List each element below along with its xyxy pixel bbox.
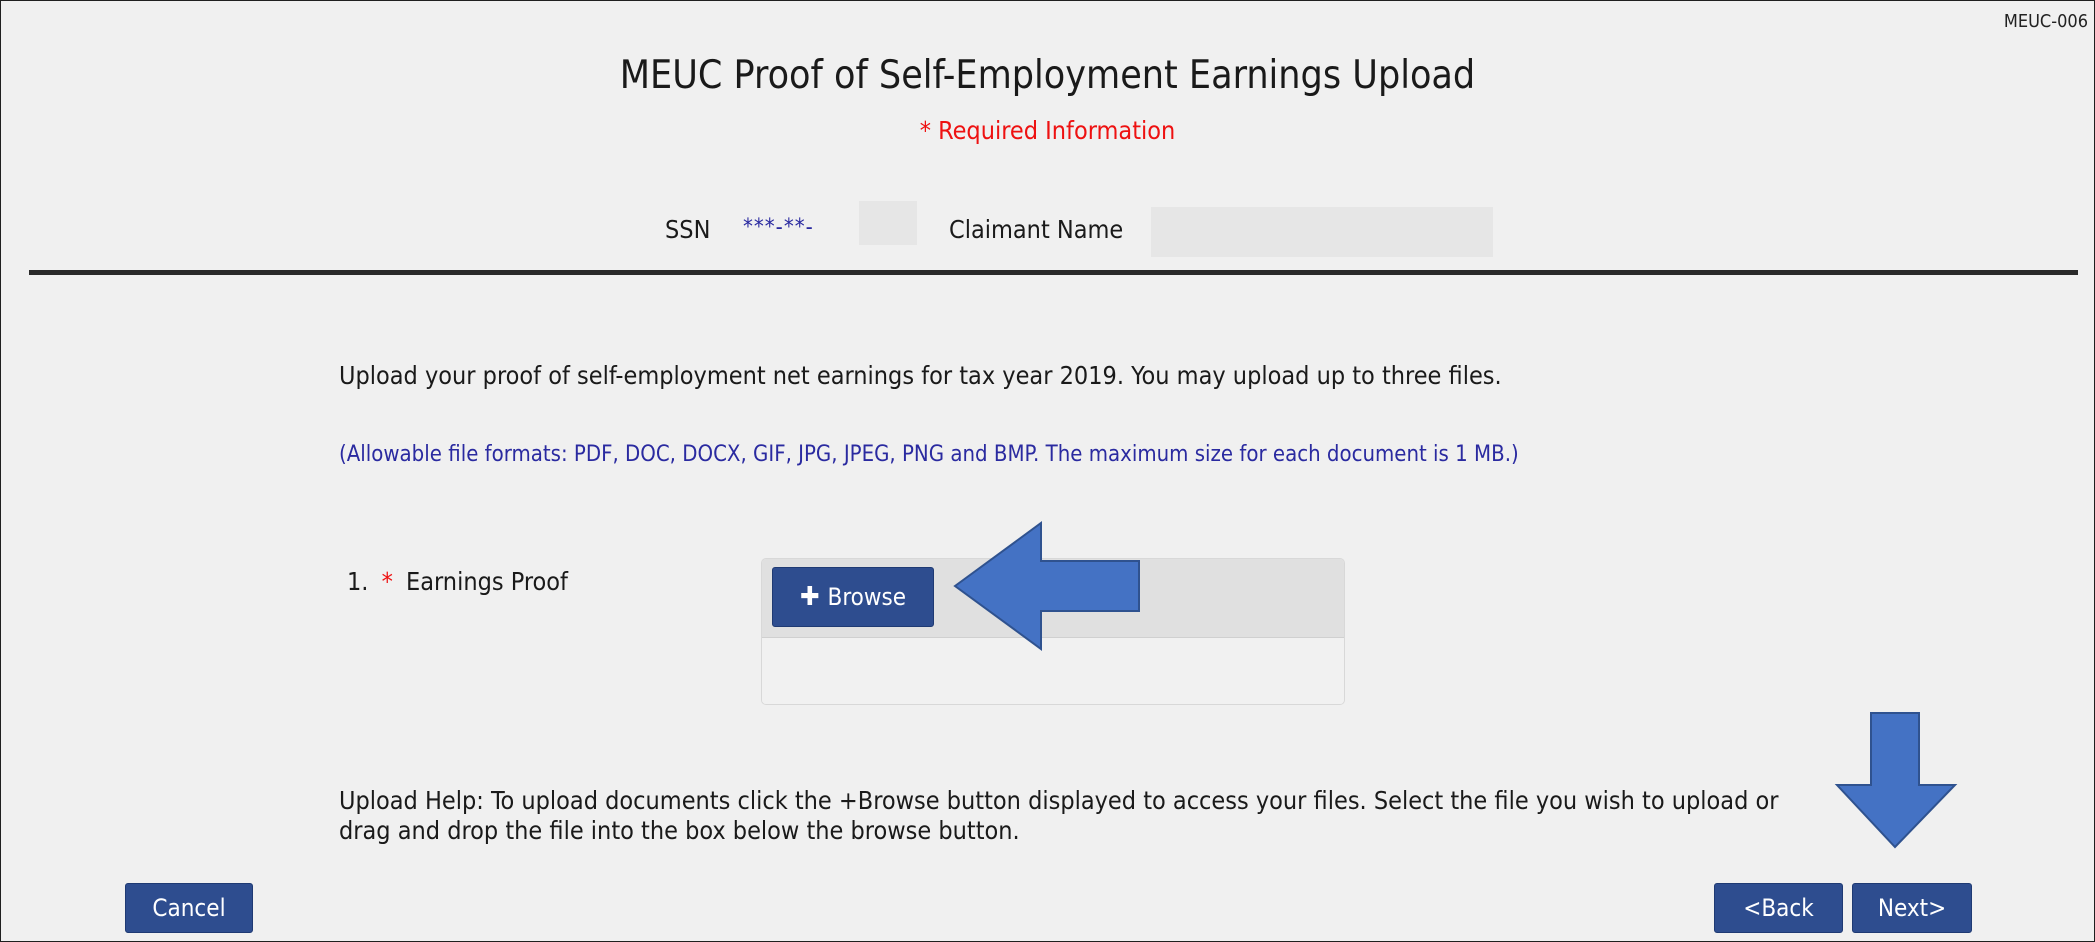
header-divider [29,270,2078,275]
ssn-label: SSN [665,215,711,244]
required-information-note: * Required Information [919,116,1176,145]
earnings-proof-label: 1. * Earnings Proof [347,567,568,596]
upload-help-text: Upload Help: To upload documents click t… [339,786,1779,845]
field-number: 1. [347,567,369,596]
page-code: MEUC-006 [2003,11,2088,32]
field-label-text: Earnings Proof [406,567,568,596]
allowable-formats-note: (Allowable file formats: PDF, DOC, DOCX,… [339,442,1519,467]
browse-button[interactable]: ✚ Browse [772,567,934,627]
ssn-redaction [859,201,917,245]
required-asterisk: * [381,567,393,596]
claimant-name-value [1151,207,1493,257]
browse-button-label: Browse [827,583,907,611]
ssn-value: ***-**- [743,215,814,240]
upload-instructions: Upload your proof of self-employment net… [339,361,1502,390]
next-button[interactable]: Next> [1852,883,1972,933]
page-title: MEUC Proof of Self-Employment Earnings U… [619,53,1476,98]
plus-icon: ✚ [799,582,820,612]
claimant-identity-row: SSN ***-**- Claimant Name [1,201,2094,259]
left-arrow-annotation [953,521,1140,651]
back-button[interactable]: <Back [1714,883,1843,933]
down-arrow-annotation [1834,712,1958,849]
cancel-button[interactable]: Cancel [125,883,253,933]
claimant-name-label: Claimant Name [949,215,1124,244]
page-frame: MEUC-006 MEUC Proof of Self-Employment E… [0,0,2095,942]
